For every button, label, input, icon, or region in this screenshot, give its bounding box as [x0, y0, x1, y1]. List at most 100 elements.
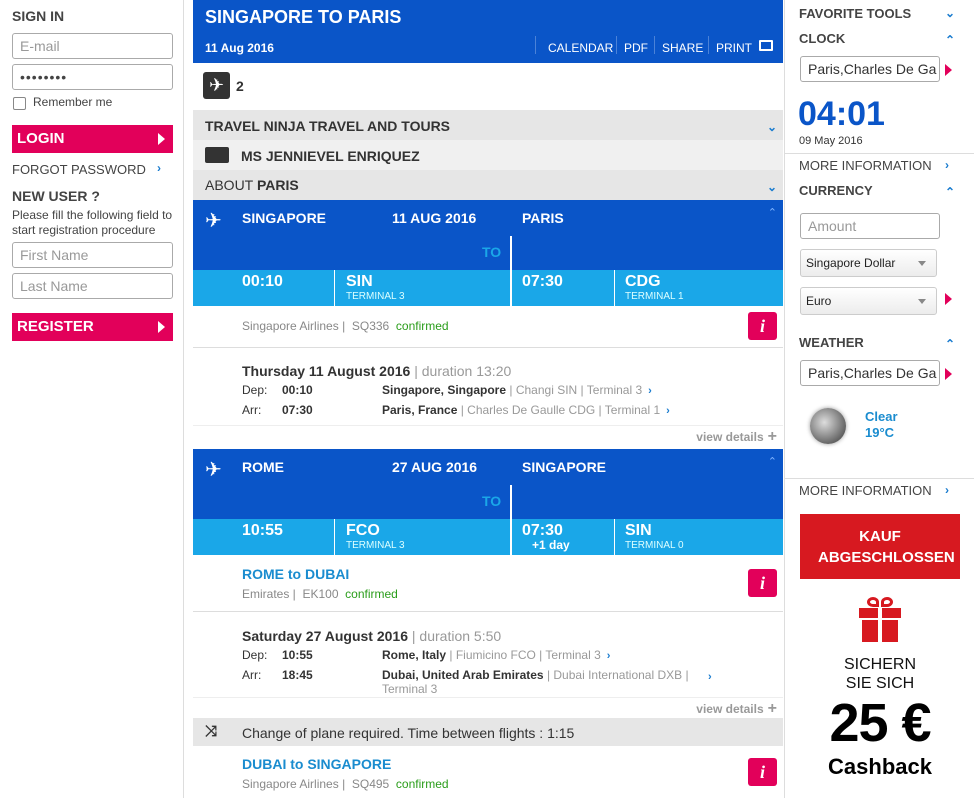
chevron-up-icon[interactable]: ⌃: [945, 337, 955, 351]
leg-times: 10:55 FCO TERMINAL 3 07:30 +1 day SIN TE…: [193, 519, 783, 555]
leg-header[interactable]: ✈ SINGAPORE 11 AUG 2016 PARIS ⌃ TO: [193, 200, 783, 270]
to-label: TO: [482, 493, 502, 509]
dep-terminal-detail: Terminal 3: [545, 648, 601, 662]
airline: Singapore Airlines: [242, 319, 339, 333]
print-link[interactable]: PRINT: [716, 41, 752, 55]
agency-row[interactable]: TRAVEL NINJA TRAVEL AND TOURS ⌄: [193, 110, 783, 140]
status-confirmed: confirmed: [395, 777, 449, 791]
ad-cashback: Cashback: [828, 754, 932, 779]
chevron-down-icon: ⌄: [766, 120, 777, 134]
chevron-right-icon: ›: [648, 385, 652, 397]
view-details-label: view details: [696, 430, 764, 444]
forgot-password-link[interactable]: FORGOT PASSWORD: [12, 162, 146, 177]
dep-detail: Singapore, Singapore | Changi SIN | Term…: [382, 383, 652, 397]
info-button[interactable]: i: [748, 758, 777, 786]
dep-place: Rome, Italy: [382, 648, 447, 662]
segment-route[interactable]: DUBAI to SINGAPORE: [242, 756, 391, 772]
gift-icon: [857, 596, 903, 642]
chevron-down-icon: ⌄: [766, 180, 777, 194]
chevron-up-icon: ⌃: [767, 207, 777, 219]
last-name-input[interactable]: Last Name: [12, 273, 173, 299]
leg-date: 11 AUG 2016: [392, 210, 477, 226]
arrow-right-icon: [158, 321, 165, 333]
agency-name: TRAVEL NINJA TRAVEL AND TOURS: [205, 118, 451, 134]
about-row[interactable]: ABOUT PARIS ⌄: [193, 170, 783, 200]
currency-heading: CURRENCY: [799, 183, 873, 198]
moon-icon: [810, 408, 846, 444]
info-button[interactable]: i: [748, 312, 777, 340]
chevron-down-icon[interactable]: ⌄: [945, 6, 955, 20]
currency-to-select[interactable]: Euro: [800, 287, 937, 315]
info-button[interactable]: i: [748, 569, 777, 597]
passenger-count: 2: [236, 78, 244, 94]
password-input[interactable]: ••••••••: [12, 64, 173, 90]
about-city: PARIS: [257, 177, 299, 193]
itinerary-main: SINGAPORE TO PARIS 11 Aug 2016 CALENDAR …: [193, 0, 783, 798]
segment-day-text: Saturday 27 August 2016: [242, 628, 408, 644]
view-details-link[interactable]: view details +: [696, 428, 777, 446]
pdf-link[interactable]: PDF: [624, 41, 648, 55]
dep-time: 10:55: [242, 522, 283, 539]
chevron-right-icon: ›: [708, 671, 712, 683]
ad-purchase-button[interactable]: KAUF ABGESCHLOSSEN: [800, 514, 960, 579]
amount-input[interactable]: Amount: [800, 213, 940, 239]
register-label: REGISTER: [17, 318, 94, 335]
arr-airport: Dubai International DXB: [553, 668, 683, 682]
dep-time: 00:10: [242, 273, 283, 290]
chevron-right-icon: ›: [945, 158, 949, 172]
arrow-right-icon[interactable]: [945, 293, 952, 305]
plus-icon: +: [767, 428, 777, 445]
currency-from-select[interactable]: Singapore Dollar: [800, 249, 937, 277]
plane-icon: ✈: [205, 210, 222, 232]
ad-amount: 25 €: [829, 693, 931, 753]
shuffle-icon: ⤨: [205, 723, 218, 740]
segment-day: Thursday 11 August 2016 | duration 13:20: [242, 363, 512, 379]
chevron-down-icon: [918, 261, 926, 266]
weather-temperature: 19°C: [865, 425, 895, 440]
weather-city-input[interactable]: Paris,Charles De Ga: [800, 360, 940, 386]
login-button[interactable]: LOGIN: [12, 125, 173, 153]
arr-terminal: TERMINAL 0: [625, 540, 684, 551]
weather-heading: WEATHER: [799, 335, 864, 350]
arrow-right-icon[interactable]: [945, 368, 952, 380]
leg-times: 00:10 SIN TERMINAL 3 07:30 CDG TERMINAL …: [193, 270, 783, 306]
arr-detail: Paris, France | Charles De Gaulle CDG | …: [382, 403, 670, 417]
calendar-link[interactable]: CALENDAR: [548, 41, 613, 55]
change-notice-text: Change of plane required. Time between f…: [242, 725, 575, 741]
ad-text: SICHERN SIE SICH: [800, 655, 960, 693]
arrow-right-icon[interactable]: [945, 64, 952, 76]
dep-place: Singapore, Singapore: [382, 383, 507, 397]
flight-info: Emirates | EK100 confirmed: [242, 587, 398, 601]
left-sidebar: SIGN IN E-mail •••••••• Remember me LOGI…: [0, 0, 184, 798]
trip-date: 11 Aug 2016: [205, 41, 274, 55]
dep-detail-time: 00:10: [282, 383, 313, 397]
share-link[interactable]: SHARE: [662, 41, 703, 55]
register-button[interactable]: REGISTER: [12, 313, 173, 341]
arr-terminal: TERMINAL 1: [625, 291, 684, 302]
remember-me-checkbox[interactable]: [13, 97, 26, 110]
favorite-tools-heading: FAVORITE TOOLS: [799, 6, 912, 21]
arr-detail-time: 18:45: [282, 668, 313, 682]
more-information-link[interactable]: MORE INFORMATION: [799, 483, 932, 498]
arrow-right-icon: [158, 133, 165, 145]
chevron-right-icon: ›: [666, 405, 670, 417]
clock-city-input[interactable]: Paris,Charles De Ga: [800, 56, 940, 82]
segment-duration: duration 5:50: [419, 628, 502, 644]
chevron-up-icon[interactable]: ⌃: [945, 33, 955, 47]
plane-icon: ✈: [205, 459, 222, 481]
leg-header[interactable]: ✈ ROME 27 AUG 2016 SINGAPORE ⌃ TO: [193, 449, 783, 519]
more-information-link[interactable]: MORE INFORMATION: [799, 158, 932, 173]
segment-route[interactable]: ROME to DUBAI: [242, 566, 349, 582]
view-details-link[interactable]: view details +: [696, 700, 777, 718]
email-input[interactable]: E-mail: [12, 33, 173, 59]
traveler-row: MS JENNIEVEL ENRIQUEZ: [193, 140, 783, 170]
remember-me-label: Remember me: [33, 95, 113, 109]
first-name-input[interactable]: First Name: [12, 242, 173, 268]
arr-place: Paris, France: [382, 403, 458, 417]
leg-from-city: ROME: [242, 459, 284, 475]
arr-airport: Charles De Gaulle CDG: [467, 403, 596, 417]
segment-duration: duration 13:20: [421, 363, 512, 379]
chevron-up-icon[interactable]: ⌃: [945, 185, 955, 199]
arr-code: SIN: [625, 522, 652, 539]
view-details-label: view details: [696, 702, 764, 716]
